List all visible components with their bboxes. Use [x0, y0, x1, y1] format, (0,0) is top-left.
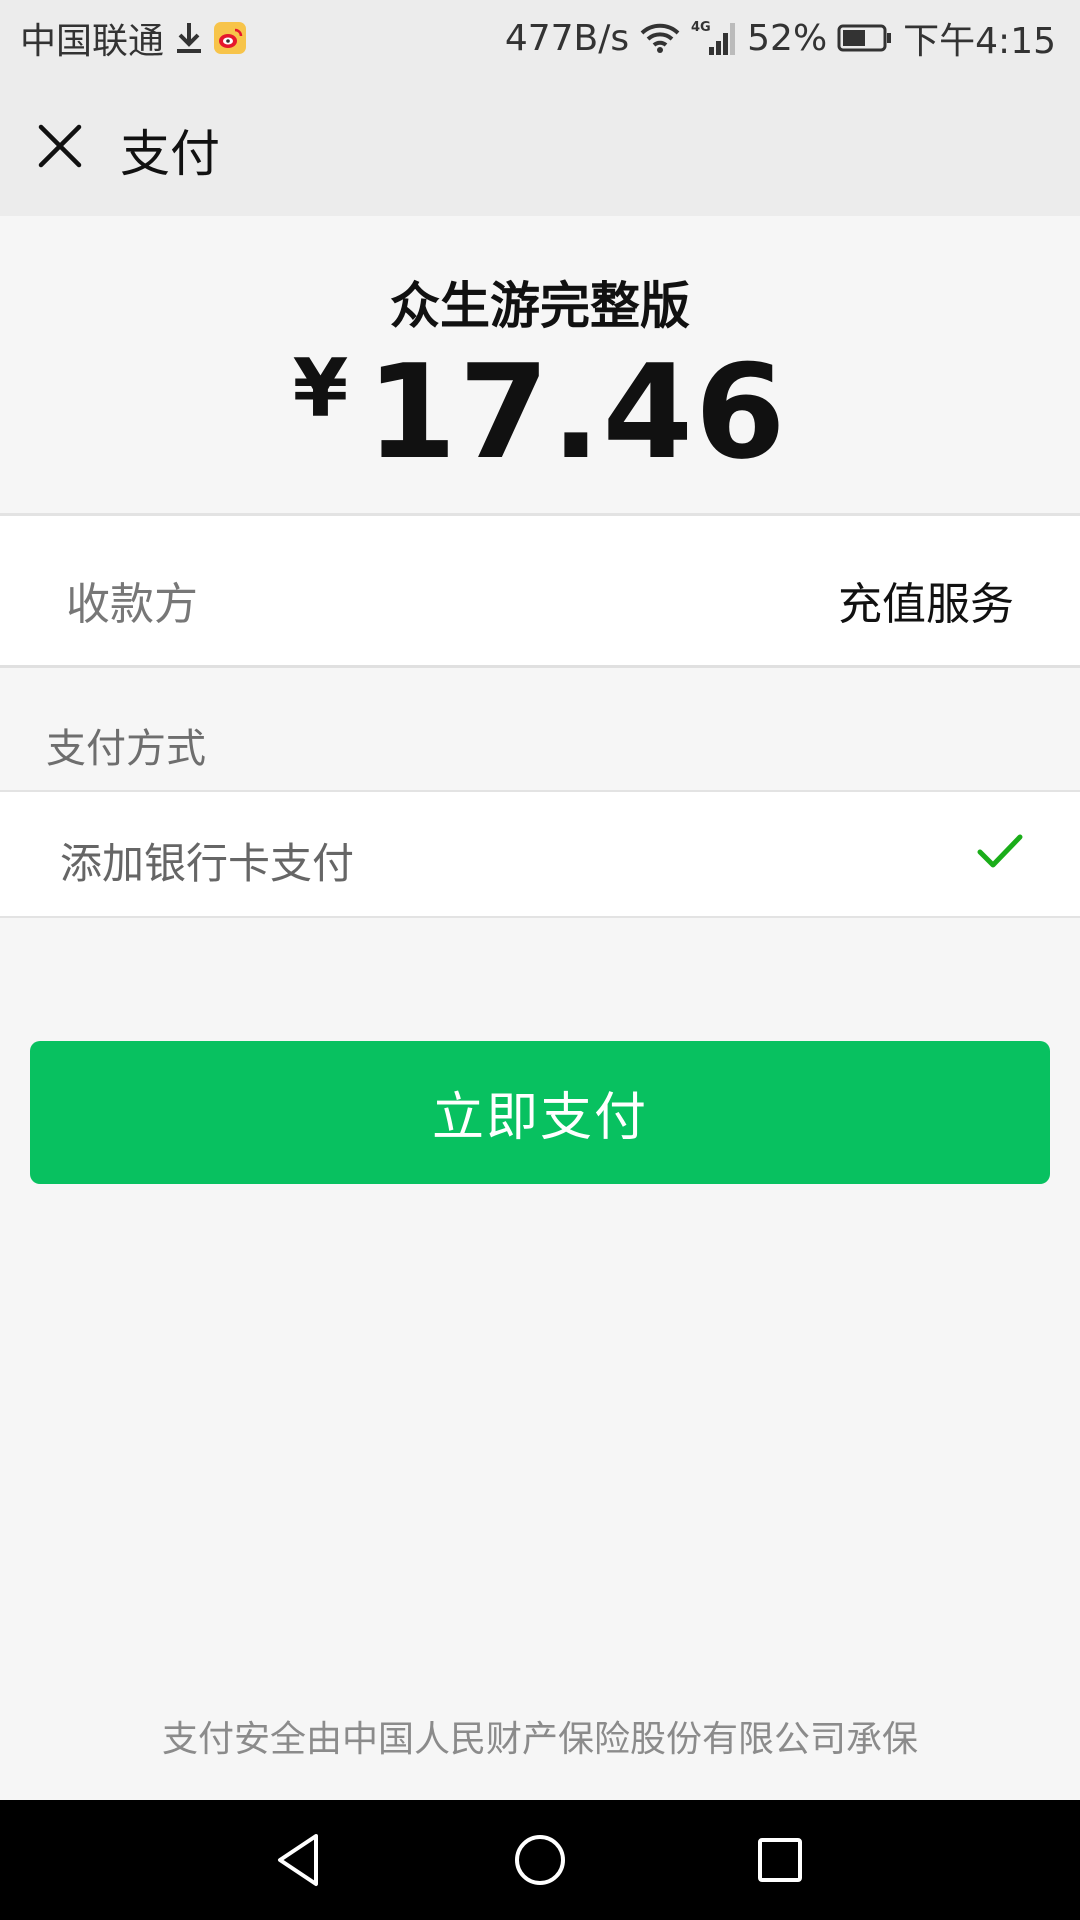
- payment-method-title: 支付方式: [46, 726, 206, 772]
- net-speed: 477B/s: [504, 17, 630, 59]
- insurance-note: 支付安全由中国人民财产保险股份有限公司承保: [161, 1719, 918, 1760]
- merchant-name: 众生游完整版: [390, 277, 690, 335]
- payee-row: 收款方 充值服务: [0, 516, 1080, 668]
- pay-now-button[interactable]: 立即支付: [30, 1041, 1050, 1184]
- carrier-label: 中国联通: [20, 21, 165, 62]
- network-type-label: 4G: [691, 20, 711, 35]
- weibo-icon: [214, 22, 247, 54]
- status-right: 477B/s 4G 52% 下午4:15: [504, 14, 1056, 63]
- home-icon[interactable]: [512, 1830, 568, 1894]
- amount-value: 17.46: [366, 336, 788, 488]
- nav-bar: 支付: [0, 76, 1080, 216]
- signal-icon: 4G: [691, 19, 737, 57]
- wifi-icon: [639, 22, 681, 54]
- order-summary: 众生游完整版 ¥17.46: [0, 216, 1080, 516]
- check-icon: [976, 832, 1024, 872]
- back-icon[interactable]: [272, 1830, 328, 1894]
- payment-screen: 中国联通 477B/s 4G 52% 下午4:15 支付 众生游完整版 ¥ 17…: [0, 0, 1080, 1920]
- recent-apps-icon[interactable]: [752, 1830, 808, 1894]
- clock: 下午4:15: [903, 21, 1056, 62]
- payee-value: 充值服务: [838, 579, 1014, 630]
- close-icon[interactable]: [30, 116, 90, 176]
- battery-percent: 52%: [747, 17, 828, 59]
- amount-display: ¥17.46: [0, 336, 1080, 488]
- download-icon: [174, 21, 204, 55]
- payment-method-label: 添加银行卡支付: [60, 839, 355, 888]
- page-title: 支付: [120, 125, 220, 183]
- battery-icon: [837, 23, 893, 53]
- payee-label: 收款方: [66, 579, 198, 630]
- currency-symbol: ¥: [292, 342, 349, 435]
- status-bar: 中国联通 477B/s 4G 52% 下午4:15: [0, 0, 1080, 76]
- system-nav-bar: [0, 1800, 1080, 1920]
- status-left: 中国联通: [20, 14, 247, 62]
- payment-method-option[interactable]: 添加银行卡支付: [0, 790, 1080, 918]
